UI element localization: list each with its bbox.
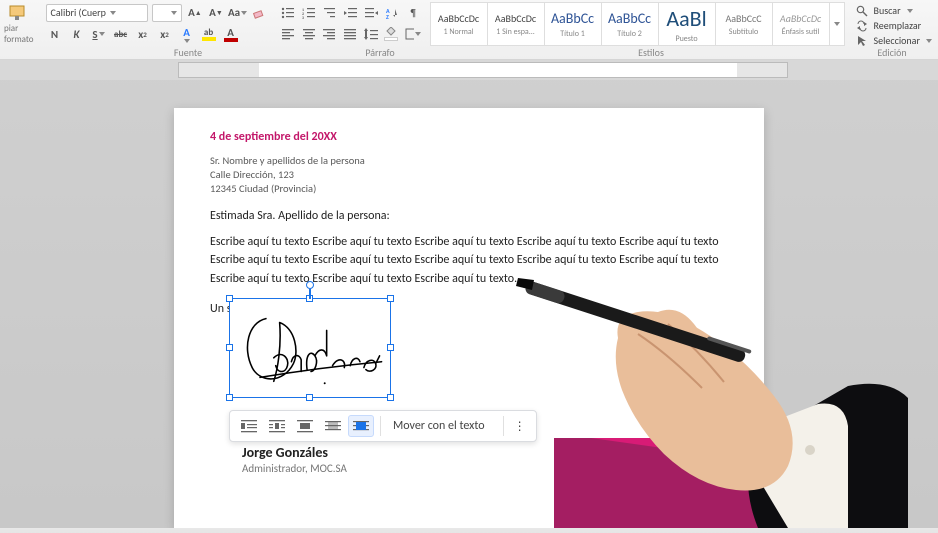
bullets-button[interactable] <box>280 4 297 22</box>
svg-text:3: 3 <box>302 16 304 19</box>
justify-button[interactable] <box>342 25 359 43</box>
resize-handle-br[interactable] <box>387 394 394 401</box>
decorative-corner <box>554 438 764 528</box>
align-left-icon <box>282 28 294 40</box>
spacing-icon <box>364 28 378 40</box>
horizontal-ruler[interactable] <box>178 62 788 78</box>
wrap-behind-button[interactable] <box>320 415 346 437</box>
indent-decrease-button[interactable] <box>342 4 359 22</box>
italic-button[interactable]: K <box>68 25 86 43</box>
format-painter-icon[interactable] <box>6 4 32 22</box>
cursor-icon <box>856 35 868 47</box>
wrap-front-button[interactable] <box>348 415 374 437</box>
editing-group: Buscar Reemplazar Seleccionar <box>848 2 938 45</box>
signer-name[interactable]: Jorge Gonzáles <box>242 444 328 461</box>
move-with-text-dropdown[interactable]: Mover con el texto <box>387 419 497 433</box>
grow-font-button[interactable]: A▲ <box>186 4 203 22</box>
styles-gallery[interactable]: AaBbCcDc1 Normal AaBbCcDc1 Sin espa... A… <box>430 2 844 45</box>
bullets-icon <box>281 7 295 19</box>
toolbar-divider <box>503 416 504 436</box>
multilevel-button[interactable] <box>321 4 338 22</box>
bold-button[interactable]: N <box>46 25 64 43</box>
text-effects-button[interactable]: A <box>178 25 196 43</box>
sort-button[interactable]: AZ <box>384 4 401 22</box>
borders-icon <box>405 28 414 40</box>
style-subtitle[interactable]: AaBbCcCSubtítulo <box>715 2 773 46</box>
shading-button[interactable] <box>383 25 400 43</box>
toolbar-divider <box>380 416 381 436</box>
style-normal[interactable]: AaBbCcDc1 Normal <box>430 2 488 46</box>
replace-button[interactable]: Reemplazar <box>856 19 932 32</box>
styles-expand-button[interactable] <box>829 2 845 46</box>
underline-button[interactable]: S <box>90 25 108 43</box>
style-emphasis[interactable]: AaBbCcDcÉnfasis sutil <box>772 2 830 46</box>
line-spacing-button[interactable] <box>362 25 379 43</box>
style-heading1[interactable]: AaBbCcTítulo 1 <box>544 2 602 46</box>
numbers-icon: 123 <box>302 7 316 19</box>
wrap-break-button[interactable] <box>292 415 318 437</box>
align-left-button[interactable] <box>280 25 297 43</box>
resize-handle-tl[interactable] <box>226 295 233 302</box>
resize-handle-l[interactable] <box>226 344 233 351</box>
resize-handle-b[interactable] <box>306 394 313 401</box>
resize-handle-tr[interactable] <box>387 295 394 302</box>
show-marks-button[interactable]: ¶ <box>405 4 422 22</box>
image-rotate-connector <box>309 289 311 299</box>
clipboard-label: piar formato <box>4 23 34 45</box>
sort-icon: AZ <box>386 7 398 19</box>
style-heading2[interactable]: AaBbCcTítulo 2 <box>601 2 659 46</box>
signer-title[interactable]: Administrador, MOC.SA <box>242 462 347 475</box>
svg-text:Z: Z <box>386 13 389 19</box>
ruler-area <box>0 60 938 80</box>
borders-button[interactable] <box>404 25 422 43</box>
align-right-button[interactable] <box>321 25 338 43</box>
superscript-button[interactable]: x2 <box>156 25 174 43</box>
wrap-inline-button[interactable] <box>236 415 262 437</box>
multilevel-icon <box>323 7 337 19</box>
indent-increase-button[interactable] <box>363 4 380 22</box>
document-page[interactable]: 4 de septiembre del 20XX Sr. Nombre y ap… <box>174 108 764 528</box>
subscript-button[interactable]: x2 <box>134 25 152 43</box>
numbering-button[interactable]: 123 <box>300 4 317 22</box>
signature-drawing <box>230 299 390 397</box>
resize-handle-bl[interactable] <box>226 394 233 401</box>
image-context-toolbar: Mover con el texto ⋮ <box>229 410 537 442</box>
letter-date[interactable]: 4 de septiembre del 20XX <box>210 130 728 144</box>
workspace: 4 de septiembre del 20XX Sr. Nombre y ap… <box>0 80 938 528</box>
recipient-address[interactable]: Sr. Nombre y apellidos de la persona Cal… <box>210 154 728 197</box>
shrink-font-button[interactable]: A▼ <box>207 4 224 22</box>
font-family-select[interactable]: Calibri (Cuerp <box>46 4 148 22</box>
align-center-button[interactable] <box>300 25 317 43</box>
style-title[interactable]: AaBlPuesto <box>658 2 716 46</box>
align-right-icon <box>323 28 335 40</box>
salutation[interactable]: Estimada Sra. Apellido de la persona: <box>210 209 728 223</box>
replace-icon <box>856 20 868 32</box>
signature-image-selected[interactable] <box>229 298 391 398</box>
ribbon-group-labels: Fuente Párrafo Estilos Edición <box>0 46 938 59</box>
highlight-button[interactable]: ab <box>200 25 218 43</box>
indent-icon <box>364 7 378 19</box>
image-rotate-handle[interactable] <box>306 281 314 289</box>
wrap-square-button[interactable] <box>264 415 290 437</box>
outdent-icon <box>344 7 358 19</box>
more-options-button[interactable]: ⋮ <box>510 419 530 434</box>
font-size-select[interactable] <box>152 4 183 22</box>
style-no-spacing[interactable]: AaBbCcDc1 Sin espa... <box>487 2 545 46</box>
strike-button[interactable]: abc <box>112 25 130 43</box>
justify-icon <box>344 28 356 40</box>
bucket-icon <box>385 27 397 37</box>
change-case-button[interactable]: Aa <box>228 4 246 22</box>
clear-format-button[interactable] <box>250 4 267 22</box>
search-icon <box>856 5 868 17</box>
font-color-button[interactable]: A <box>222 25 240 43</box>
align-center-icon <box>303 28 315 40</box>
eraser-icon <box>252 6 266 20</box>
body-paragraph[interactable]: Escribe aquí tu texto Escribe aquí tu te… <box>210 233 728 289</box>
resize-handle-r[interactable] <box>387 344 394 351</box>
find-button[interactable]: Buscar <box>856 4 932 17</box>
